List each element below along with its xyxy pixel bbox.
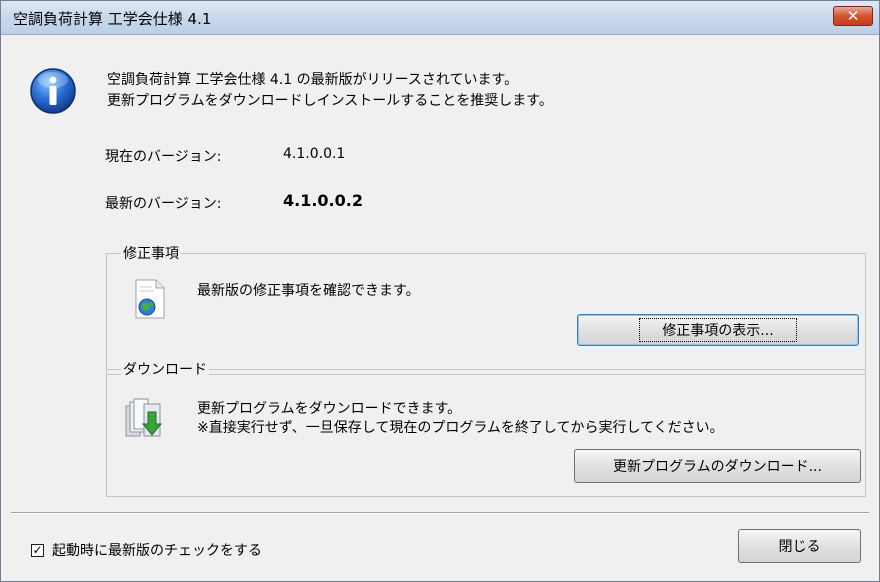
download-groupbox: ダウンロード 更新プログラムをダウンロードできます。 ※直接実行せず、一旦保存し… (106, 359, 866, 497)
check-on-startup-option[interactable]: ✓ 起動時に最新版のチェックをする (31, 540, 262, 560)
show-changes-button-label: 修正事項の表示... (639, 318, 797, 342)
info-icon (30, 68, 76, 114)
window-title: 空調負荷計算 工学会仕様 4.1 (13, 10, 212, 28)
web-document-icon (135, 279, 165, 319)
download-update-button[interactable]: 更新プログラムのダウンロード... (574, 449, 861, 483)
close-button[interactable]: 閉じる (738, 529, 861, 563)
message-line-2: 更新プログラムをダウンロードしインストールすることを推奨します。 (107, 93, 553, 109)
footer-separator (11, 512, 869, 514)
current-version-value: 4.1.0.0.1 (283, 146, 346, 162)
show-changes-button[interactable]: 修正事項の表示... (577, 314, 859, 346)
download-icon (125, 398, 163, 437)
download-description-line-1: 更新プログラムをダウンロードできます。 (197, 401, 462, 417)
changes-group-legend: 修正事項 (121, 243, 181, 263)
checkmark-icon: ✓ (32, 543, 43, 557)
check-on-startup-checkbox[interactable]: ✓ (31, 543, 44, 557)
changes-groupbox: 修正事項 最新版の修正事項を確認できます。 修正事項の表示... (106, 243, 866, 375)
close-button-label: 閉じる (778, 539, 821, 555)
update-dialog: 空調負荷計算 工学会仕様 4.1 ✕ 空調負荷計算 工学会仕様 4.1 の最新版… (0, 0, 880, 582)
current-version-label: 現在のバージョン: (105, 149, 222, 165)
download-description-line-2: ※直接実行せず、一旦保存して現在のプログラムを終了してから実行してください。 (197, 420, 724, 436)
close-window-button[interactable]: ✕ (833, 6, 873, 26)
check-on-startup-label[interactable]: 起動時に最新版のチェックをする (52, 540, 262, 560)
message-line-1: 空調負荷計算 工学会仕様 4.1 の最新版がリリースされています。 (107, 72, 519, 88)
download-update-button-label: 更新プログラムのダウンロード... (613, 459, 822, 475)
changes-description: 最新版の修正事項を確認できます。 (197, 283, 420, 299)
download-group-legend: ダウンロード (121, 359, 209, 379)
title-bar[interactable]: 空調負荷計算 工学会仕様 4.1 ✕ (1, 1, 879, 35)
latest-version-value: 4.1.0.0.2 (283, 191, 363, 210)
dialog-body: 空調負荷計算 工学会仕様 4.1 の最新版がリリースされています。 更新プログラ… (1, 35, 879, 581)
close-icon: ✕ (846, 7, 860, 25)
latest-version-label: 最新のバージョン: (105, 196, 222, 212)
